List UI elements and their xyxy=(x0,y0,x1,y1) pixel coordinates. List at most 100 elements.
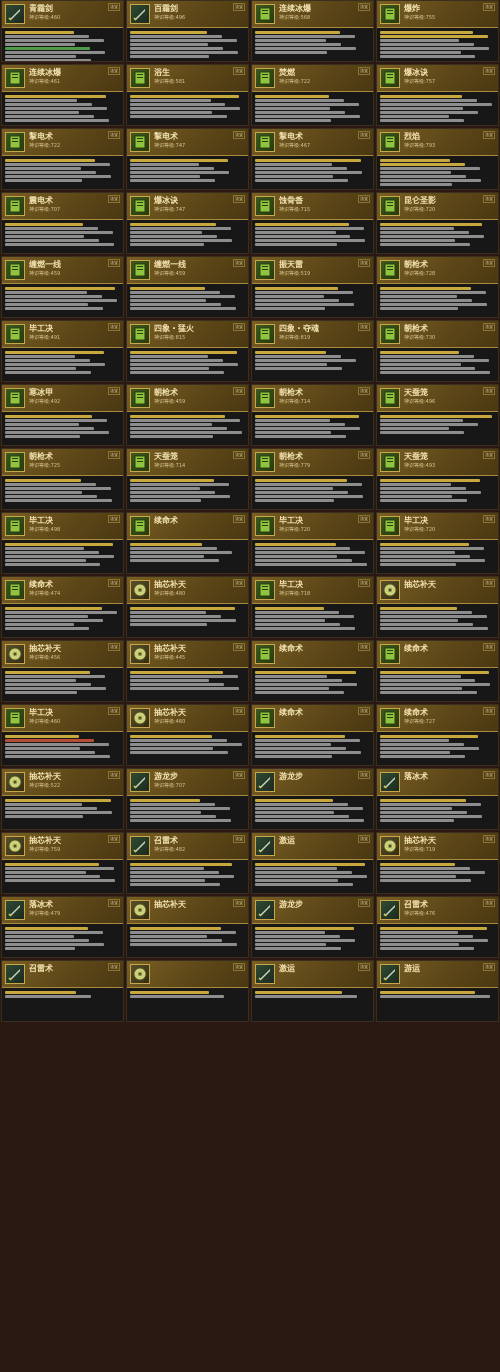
item-type-tag: 法宝 xyxy=(108,707,120,715)
stat-line xyxy=(130,883,220,886)
stat-line xyxy=(130,367,210,370)
stat-line xyxy=(255,483,362,486)
stat-line xyxy=(5,739,94,742)
stat-line xyxy=(5,679,77,682)
item-name: 昆仑圣影 xyxy=(404,196,436,205)
stat-line xyxy=(5,815,84,818)
item-type-tag: 法宝 xyxy=(483,707,495,715)
item-stats xyxy=(252,476,373,502)
stat-line xyxy=(255,351,327,354)
item-tooltip-card: 毕工决 神识等级:718 法宝 xyxy=(251,576,374,638)
item-stats xyxy=(2,412,123,438)
stat-line xyxy=(130,615,221,618)
item-header: 寒冰甲 神识等级:492 法宝 xyxy=(2,385,123,412)
stat-line xyxy=(5,35,89,38)
stat-line xyxy=(5,487,111,490)
stat-line xyxy=(5,743,109,746)
item-header: 召雷术 神识等级:476 法宝 xyxy=(377,897,498,924)
item-level: 神识等级:479 xyxy=(29,911,61,917)
item-stats xyxy=(127,156,248,182)
item-name: 掣电术 xyxy=(279,132,303,141)
item-stats xyxy=(2,732,123,758)
item-header: 召雷术 神识等级:482 法宝 xyxy=(127,833,248,860)
stat-line xyxy=(255,871,352,874)
item-type-tag: 法宝 xyxy=(108,451,120,459)
item-name: 抽芯补天 xyxy=(29,644,61,653)
stat-line xyxy=(255,611,339,614)
stat-line xyxy=(5,111,79,114)
stat-line xyxy=(255,487,334,490)
item-name: 毕工决 xyxy=(29,516,53,525)
item-header: 连续冰爆 神识等级:461 法宝 xyxy=(2,65,123,92)
stat-line xyxy=(5,687,107,690)
stat-line xyxy=(255,547,351,550)
scroll-icon xyxy=(255,196,275,216)
item-name: 落冰术 xyxy=(404,772,428,781)
item-stats xyxy=(127,924,248,946)
stat-line xyxy=(130,939,222,942)
item-stats xyxy=(2,668,123,694)
talisman-icon xyxy=(130,708,150,728)
item-header: 朝枪术 神识等级:459 法宝 xyxy=(127,385,248,412)
item-type-tag: 法宝 xyxy=(233,67,245,75)
item-type-tag: 法宝 xyxy=(483,259,495,267)
item-tooltip-card: 抽芯补天 法宝 xyxy=(376,576,499,638)
item-type-tag: 法宝 xyxy=(358,323,370,331)
item-header: 爆冰诀 神识等级:747 法宝 xyxy=(127,193,248,220)
item-header: 毕工决 神识等级:718 法宝 xyxy=(252,577,373,604)
item-level: 神识等级:491 xyxy=(29,335,61,341)
item-level: 神识等级:755 xyxy=(404,15,436,21)
item-name: 百霜剑 xyxy=(154,4,178,13)
item-name: 毕工决 xyxy=(29,324,53,333)
stat-line xyxy=(380,303,487,306)
item-tooltip-card: 毕工决 神识等级:491 法宝 xyxy=(1,320,124,382)
stat-line xyxy=(130,687,240,690)
stat-line xyxy=(130,551,233,554)
stat-line xyxy=(130,167,214,170)
stat-line xyxy=(255,35,356,38)
item-type-tag: 法宝 xyxy=(233,643,245,651)
stat-line xyxy=(5,871,86,874)
stat-line xyxy=(5,607,102,610)
item-header: 连续冰爆 神识等级:568 法宝 xyxy=(252,1,373,28)
item-stats xyxy=(377,540,498,566)
stat-line xyxy=(255,303,354,306)
stat-line xyxy=(255,931,326,934)
item-stats xyxy=(2,92,123,122)
item-name: 缠燃一线 xyxy=(154,260,186,269)
scroll-icon xyxy=(5,516,25,536)
stat-line xyxy=(380,991,476,994)
item-header: 游龙步 法宝 xyxy=(252,769,373,796)
item-level: 神识等级:759 xyxy=(29,847,61,853)
stat-line xyxy=(255,115,360,118)
item-tooltip-card: 朝枪术 神识等级:725 法宝 xyxy=(1,448,124,510)
stat-line xyxy=(380,223,483,226)
stat-line xyxy=(255,423,345,426)
stat-line xyxy=(380,363,461,366)
stat-line xyxy=(380,295,458,298)
stat-line xyxy=(380,423,478,426)
stat-line xyxy=(130,159,228,162)
stat-line xyxy=(255,739,360,742)
stat-line xyxy=(255,991,343,994)
talisman-icon xyxy=(130,964,150,984)
stat-line xyxy=(5,291,87,294)
stat-line xyxy=(380,563,456,566)
stat-line xyxy=(5,495,97,498)
item-level: 神识等级:456 xyxy=(29,655,61,661)
stat-line xyxy=(255,863,366,866)
stat-line xyxy=(380,751,451,754)
stat-line xyxy=(380,623,474,626)
stat-line xyxy=(130,495,231,498)
item-type-tag: 法宝 xyxy=(483,643,495,651)
item-type-tag: 法宝 xyxy=(108,963,120,971)
item-stats xyxy=(2,476,123,502)
stat-line xyxy=(380,739,449,742)
stat-line xyxy=(255,415,359,418)
sword-icon xyxy=(380,900,400,920)
stat-line xyxy=(255,299,339,302)
item-tooltip-card: 游运 法宝 xyxy=(376,960,499,1022)
item-level: 神识等级:725 xyxy=(29,463,61,469)
stat-line xyxy=(255,51,328,54)
item-name: 抽芯补天 xyxy=(404,580,436,589)
